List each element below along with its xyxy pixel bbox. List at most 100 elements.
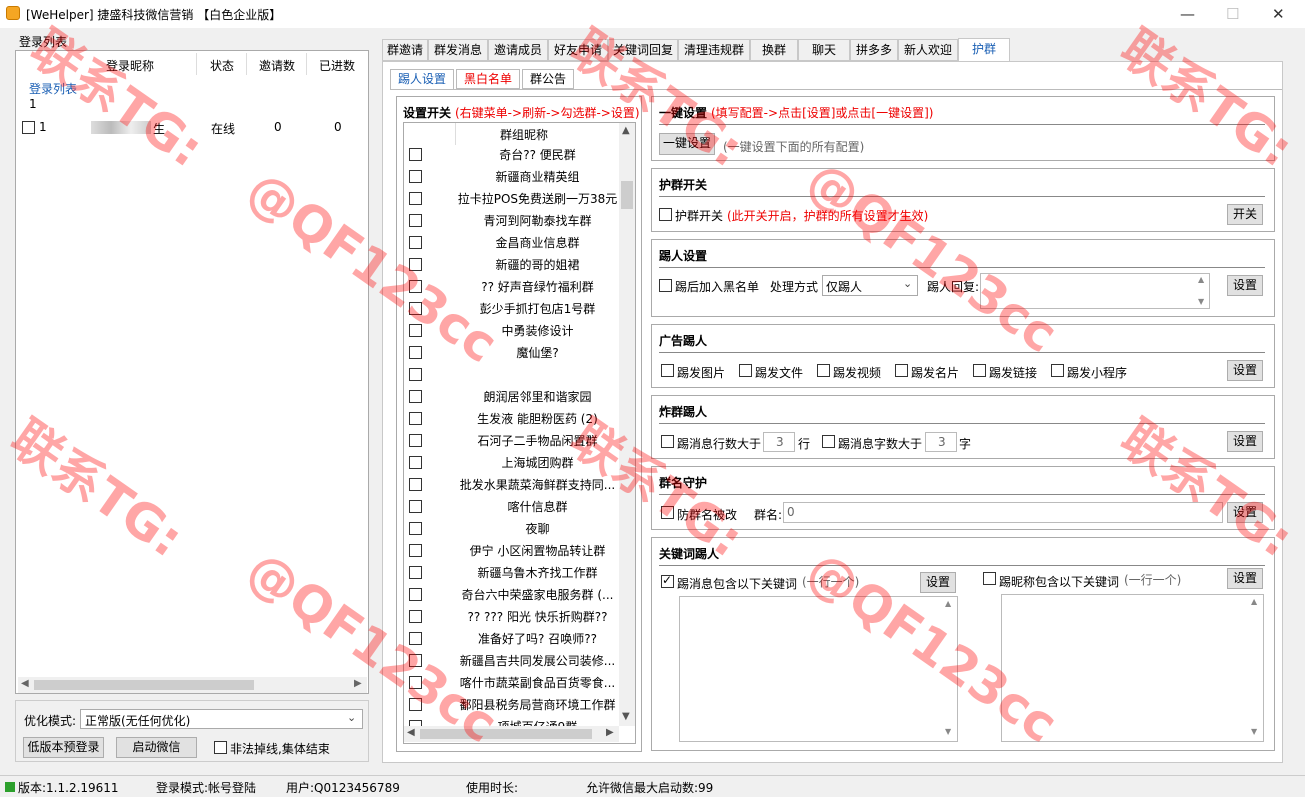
tab-friend-request[interactable]: 好友申请 xyxy=(548,39,608,61)
group-list-item[interactable]: 奇台?? 便民群 xyxy=(455,146,620,163)
row-checkbox[interactable] xyxy=(22,121,35,134)
group-checkbox[interactable] xyxy=(409,522,422,535)
flood-kick-button[interactable]: 设置 xyxy=(1227,431,1263,452)
group-checkbox[interactable] xyxy=(409,170,422,183)
group-list-item[interactable]: 伊宁 小区闲置物品转让群 xyxy=(455,542,620,559)
group-list-item[interactable]: 上海城团购群 xyxy=(455,454,620,471)
scroll-up-icon[interactable]: ▲ xyxy=(1251,597,1257,606)
tab-switch-group[interactable]: 换群 xyxy=(750,39,798,61)
close-button[interactable]: ✕ xyxy=(1272,5,1285,23)
tab-protect-group[interactable]: 护群 xyxy=(958,38,1010,62)
kick-msg-keyword-button[interactable]: 设置 xyxy=(920,572,956,593)
tab-pinduoduo[interactable]: 拼多多 xyxy=(850,39,898,61)
scroll-up-icon[interactable]: ▲ xyxy=(1198,275,1204,284)
group-list-item[interactable]: 喀什信息群 xyxy=(455,498,620,515)
kick-chars-input[interactable]: 3 xyxy=(925,432,957,452)
opt-mode-select[interactable]: 正常版(无任何优化) ⌄ xyxy=(80,709,363,729)
group-checkbox[interactable] xyxy=(409,280,422,293)
group-checkbox[interactable] xyxy=(409,258,422,271)
col-header-invites[interactable]: 邀请数 xyxy=(259,57,295,74)
group-checkbox[interactable] xyxy=(409,390,422,403)
group-list-item[interactable]: 新疆的哥的姐裙 xyxy=(455,256,620,273)
start-wechat-button[interactable]: 启动微信 xyxy=(116,737,197,758)
scroll-down-icon[interactable]: ▼ xyxy=(1251,727,1257,736)
subtab-black-white-list[interactable]: 黑白名单 xyxy=(456,69,520,89)
group-checkbox[interactable] xyxy=(409,302,422,315)
scroll-up-icon[interactable]: ▲ xyxy=(945,599,951,608)
tab-keyword-reply[interactable]: 关键词回复 xyxy=(608,39,678,61)
group-list-item[interactable]: 彭少手抓打包店1号群 xyxy=(455,300,620,317)
kick-video-checkbox[interactable] xyxy=(817,364,830,377)
group-list-item[interactable]: 中勇装修设计 xyxy=(455,322,620,339)
group-list-vscrollbar[interactable]: ▲ ▼ xyxy=(619,123,635,726)
group-list-item[interactable]: 新疆商业精英组 xyxy=(455,168,620,185)
group-list-hscrollbar[interactable]: ◀ ▶ xyxy=(404,726,619,742)
kick-lines-input[interactable]: 3 xyxy=(763,432,795,452)
group-checkbox[interactable] xyxy=(409,566,422,579)
illegal-offline-checkbox[interactable] xyxy=(214,741,227,754)
col-header-status[interactable]: 状态 xyxy=(210,57,234,74)
kick-lines-checkbox[interactable] xyxy=(661,435,674,448)
tab-invite-members[interactable]: 邀请成员 xyxy=(488,39,548,61)
subtab-announcement[interactable]: 群公告 xyxy=(522,69,574,89)
group-checkbox[interactable] xyxy=(409,236,422,249)
group-checkbox[interactable] xyxy=(409,346,422,359)
protect-switch-button[interactable]: 开关 xyxy=(1227,204,1263,225)
tab-group-invite[interactable]: 群邀请 xyxy=(382,39,428,61)
scroll-right-icon[interactable]: ▶ xyxy=(606,727,614,738)
group-list-item[interactable]: 拉卡拉POS免费送刷一万38元 xyxy=(455,190,620,207)
group-checkbox[interactable] xyxy=(409,434,422,447)
group-list-item[interactable]: 生发液 能胆粉医药 (2) xyxy=(455,410,620,427)
tab-newcomer[interactable]: 新人欢迎 xyxy=(898,39,958,61)
group-list-item[interactable]: 批发水果蔬菜海鲜群支持同... xyxy=(455,476,620,493)
kick-card-checkbox[interactable] xyxy=(895,364,908,377)
group-list-item[interactable]: 石河子二手物品闲置群 xyxy=(455,432,620,449)
group-list-item[interactable]: 夜聊 xyxy=(455,520,620,537)
kick-msg-keyword-checkbox[interactable] xyxy=(661,573,674,588)
group-list-item[interactable]: 新疆昌吉共同发展公司装修... xyxy=(455,652,620,669)
group-list-item[interactable]: 鄱阳县税务局营商环境工作群 xyxy=(455,696,620,713)
group-checkbox[interactable] xyxy=(409,214,422,227)
scrollbar-thumb[interactable] xyxy=(420,729,592,739)
group-checkbox[interactable] xyxy=(409,544,422,557)
tab-clean-groups[interactable]: 清理违规群 xyxy=(678,39,750,61)
nick-keyword-textarea[interactable]: ▲ ▼ xyxy=(1001,594,1264,742)
group-checkbox[interactable] xyxy=(409,500,422,513)
protect-switch-checkbox[interactable] xyxy=(659,208,672,221)
prelogin-button[interactable]: 低版本预登录 xyxy=(23,737,104,758)
group-checkbox[interactable] xyxy=(409,698,422,711)
name-guard-button[interactable]: 设置 xyxy=(1227,502,1263,523)
group-list-item[interactable]: 朗润居邻里和谐家园 xyxy=(455,388,620,405)
group-checkbox[interactable] xyxy=(409,324,422,337)
group-checkbox[interactable] xyxy=(409,148,422,161)
col-header-joined[interactable]: 已进数 xyxy=(319,57,355,74)
one-key-button[interactable]: 一键设置 xyxy=(659,133,715,155)
kick-file-checkbox[interactable] xyxy=(739,364,752,377)
group-list-item[interactable]: 魔仙堡? xyxy=(455,344,620,361)
kick-blacklist-checkbox[interactable] xyxy=(659,279,672,292)
group-list-item[interactable]: 奇台六中荣盛家电服务群 (... xyxy=(455,586,620,603)
kick-method-select[interactable]: 仅踢人 ⌄ xyxy=(822,275,918,296)
kick-image-checkbox[interactable] xyxy=(661,364,674,377)
scroll-down-icon[interactable]: ▼ xyxy=(622,711,630,722)
subtab-kick-settings[interactable]: 踢人设置 xyxy=(390,69,454,89)
name-guard-checkbox[interactable] xyxy=(661,506,674,519)
group-checkbox[interactable] xyxy=(409,610,422,623)
kick-link-checkbox[interactable] xyxy=(973,364,986,377)
kick-nick-keyword-checkbox[interactable] xyxy=(983,572,996,585)
scroll-left-icon[interactable]: ◀ xyxy=(407,727,415,738)
group-list-item[interactable]: 喀什市蔬菜副食品百货零食... xyxy=(455,674,620,691)
scroll-up-icon[interactable]: ▲ xyxy=(622,125,630,136)
kick-nick-keyword-button[interactable]: 设置 xyxy=(1227,568,1263,589)
scrollbar-thumb[interactable] xyxy=(621,181,633,209)
login-list[interactable]: 登录昵称 状态 邀请数 已进数 登录列表 1 1 生 在线 0 0 xyxy=(15,50,369,694)
login-list-scrollbar[interactable]: ◀ ▶ xyxy=(18,677,367,693)
group-checkbox[interactable] xyxy=(409,478,422,491)
group-list-item[interactable]: 新疆乌鲁木齐找工作群 xyxy=(455,564,620,581)
table-row[interactable]: 1 生 在线 0 0 xyxy=(16,117,368,137)
ad-kick-button[interactable]: 设置 xyxy=(1227,360,1263,381)
kick-setting-button[interactable]: 设置 xyxy=(1227,275,1263,296)
minimize-button[interactable]: — xyxy=(1180,5,1195,23)
kick-reply-input[interactable]: ▲ ▼ xyxy=(980,273,1210,309)
tab-group-send[interactable]: 群发消息 xyxy=(428,39,488,61)
